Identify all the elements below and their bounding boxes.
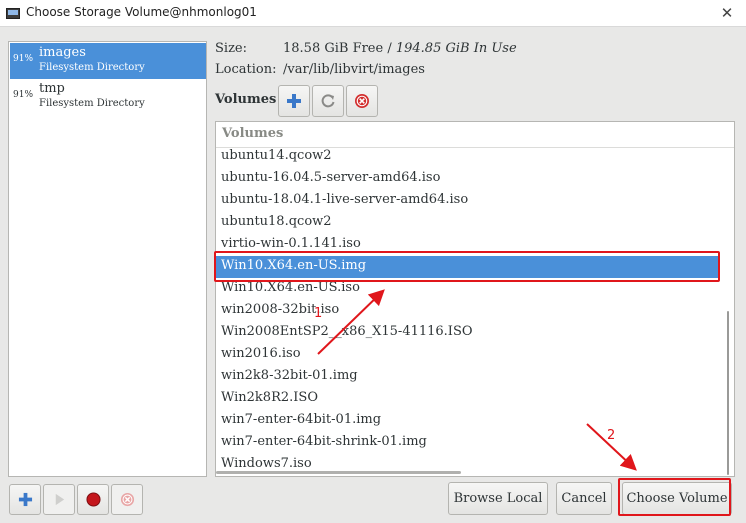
annotation-arrow-2 xyxy=(586,423,637,471)
annotation-arrows xyxy=(317,289,637,471)
annotation-arrow-1 xyxy=(317,289,385,355)
